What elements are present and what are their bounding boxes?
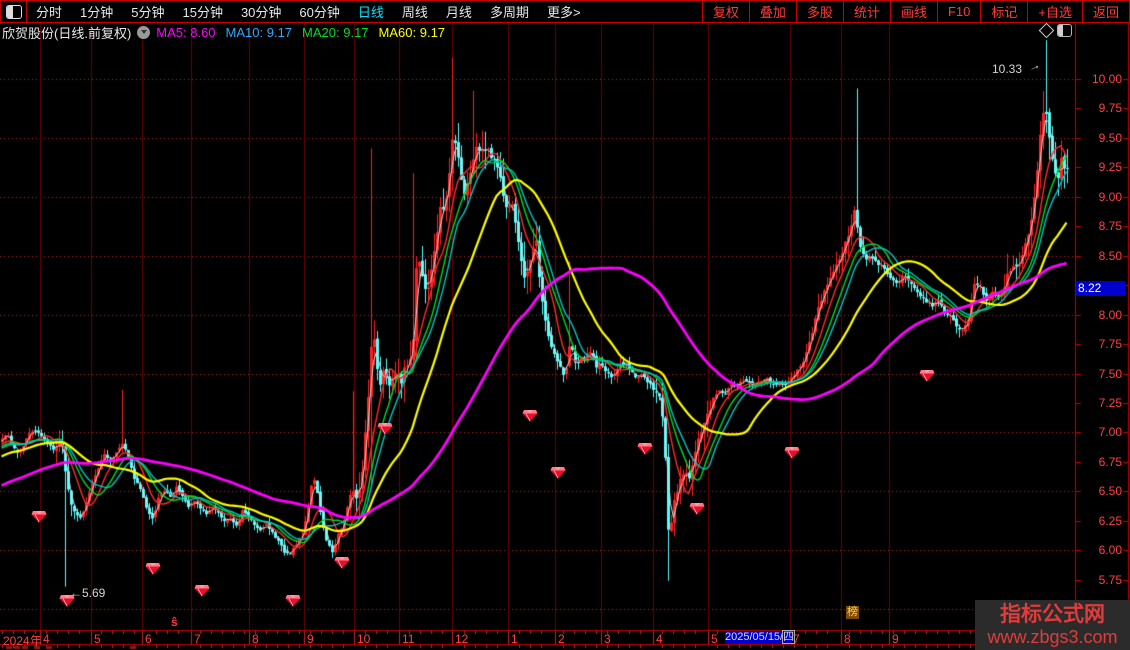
gem-diamond-icon <box>919 369 935 382</box>
price-tick-label: 10.00 <box>1078 72 1122 86</box>
tool-button-返回[interactable]: 返回 <box>1083 2 1129 21</box>
signal-s-marker: ŝ <box>171 615 178 629</box>
month-label: 7 <box>793 632 800 646</box>
current-price-badge: 8.22 <box>1076 281 1125 296</box>
price-tick-label: 8.00 <box>1078 308 1122 322</box>
month-label: 5 <box>711 632 718 646</box>
month-label: 3 <box>604 632 611 646</box>
price-tick-label: 7.00 <box>1078 425 1122 439</box>
gem-diamond-icon <box>377 422 393 435</box>
period-tab-分时[interactable]: 分时 <box>27 2 71 21</box>
low-price-label: ←5.69 <box>70 586 105 600</box>
tool-menu: 复权叠加多股统计画线F10标记+自选返回 <box>702 1 1129 22</box>
gem-diamond-icon <box>145 562 161 575</box>
price-tick-label: 7.50 <box>1078 367 1122 381</box>
month-label: 5 <box>94 632 101 646</box>
period-menu-items: 分时1分钟5分钟15分钟30分钟60分钟日线周线月线多周期更多> <box>27 2 590 21</box>
price-tick-label: 9.25 <box>1078 160 1122 174</box>
month-label: 12 <box>455 632 468 646</box>
period-tab-周线[interactable]: 周线 <box>393 2 437 21</box>
marker-diamond-icon[interactable] <box>1041 25 1052 36</box>
month-label: 4 <box>656 632 663 646</box>
gem-diamond-icon <box>334 556 350 569</box>
gem-diamond-icon <box>689 502 705 515</box>
tool-button-统计[interactable]: 统计 <box>844 2 890 21</box>
top-menu-bar: 分时1分钟5分钟15分钟30分钟60分钟日线周线月线多周期更多> 复权叠加多股统… <box>0 0 1130 23</box>
price-tick-label: 5.75 <box>1078 573 1122 587</box>
price-tick-label: 6.25 <box>1078 514 1122 528</box>
tdx-stock-app: { "top_bar": { "left_items": [ {"label":… <box>0 0 1130 650</box>
period-tab-日线[interactable]: 日线 <box>349 2 393 21</box>
period-tab-1分钟[interactable]: 1分钟 <box>71 2 122 21</box>
period-tab-多周期[interactable]: 多周期 <box>481 2 538 21</box>
selected-weekday: 四 <box>783 631 794 643</box>
period-tab-30分钟[interactable]: 30分钟 <box>232 2 290 21</box>
month-label: 8 <box>252 632 259 646</box>
price-tick-label: 6.50 <box>1078 484 1122 498</box>
price-tick-label: 8.75 <box>1078 219 1122 233</box>
ma-legend: MA5: 8.60 MA10: 9.17 MA20: 9.17 MA60: 9.17 <box>156 25 455 40</box>
month-label: 6 <box>145 632 152 646</box>
price-tick-label: 6.75 <box>1078 455 1122 469</box>
price-tick-label: 9.50 <box>1078 131 1122 145</box>
candlestick-chart[interactable] <box>0 0 1130 650</box>
period-tab-更多>[interactable]: 更多> <box>538 2 590 21</box>
gem-diamond-icon <box>285 594 301 607</box>
month-label: 7 <box>194 632 201 646</box>
gem-diamond-icon <box>31 510 47 523</box>
rank-badge: 榜 <box>846 606 859 619</box>
gem-diamond-icon <box>194 584 210 597</box>
ma-label: MA10: 9.17 <box>226 25 293 40</box>
gem-diamond-icon <box>59 594 75 607</box>
watermark-title: 指标公式网 <box>1000 603 1105 627</box>
gem-diamond-icon <box>637 442 653 455</box>
tool-button-叠加[interactable]: 叠加 <box>750 2 796 21</box>
month-label: 2 <box>558 632 565 646</box>
period-tab-60分钟[interactable]: 60分钟 <box>290 2 348 21</box>
price-tick-label: 8.50 <box>1078 249 1122 263</box>
month-label: 8 <box>844 632 851 646</box>
year-label: 2024年 <box>3 632 42 649</box>
high-price-label: 10.33 <box>992 62 1022 76</box>
price-tick-label: 6.00 <box>1078 543 1122 557</box>
ma-label: MA20: 9.17 <box>302 25 369 40</box>
tool-button-标记[interactable]: 标记 <box>981 2 1027 21</box>
tool-button-+自选[interactable]: +自选 <box>1028 2 1082 21</box>
tool-button-画线[interactable]: 画线 <box>891 2 937 21</box>
tool-button-F10[interactable]: F10 <box>938 4 980 19</box>
month-label: 1 <box>511 632 518 646</box>
period-menu: 分时1分钟5分钟15分钟30分钟60分钟日线周线月线多周期更多> <box>1 1 590 22</box>
split-panel-icon[interactable] <box>1057 24 1072 37</box>
selected-date: 2025/05/15/ <box>725 631 783 643</box>
ma-label: MA60: 9.17 <box>379 25 446 40</box>
gem-diamond-icon <box>522 409 538 422</box>
price-tick-label: 7.75 <box>1078 337 1122 351</box>
gem-diamond-icon <box>784 446 800 459</box>
price-tick-label: 9.75 <box>1078 101 1122 115</box>
ma-label: MA5: 8.60 <box>156 25 215 40</box>
price-tick-label: 9.00 <box>1078 190 1122 204</box>
gem-diamond-icon <box>550 466 566 479</box>
tool-button-多股[interactable]: 多股 <box>797 2 843 21</box>
month-label: 9 <box>307 632 314 646</box>
month-label: 9 <box>892 632 899 646</box>
layout-panel-icon[interactable] <box>6 5 22 19</box>
price-tick-label: 7.25 <box>1078 396 1122 410</box>
month-label: 4 <box>43 632 50 646</box>
chevron-down-icon[interactable] <box>137 26 150 39</box>
watermark-url: www.zbgs3.com <box>987 627 1117 648</box>
period-tab-5分钟[interactable]: 5分钟 <box>122 2 173 21</box>
period-tab-月线[interactable]: 月线 <box>437 2 481 21</box>
month-label: 10 <box>357 632 370 646</box>
low-price-value: 5.69 <box>82 586 105 600</box>
legend-row: 欣贺股份(日线.前复权) MA5: 8.60 MA10: 9.17 MA20: 9.… <box>2 24 455 40</box>
instrument-title: 欣贺股份(日线.前复权) <box>2 23 131 42</box>
period-tab-15分钟[interactable]: 15分钟 <box>173 2 231 21</box>
tool-button-复权[interactable]: 复权 <box>703 2 749 21</box>
watermark: 指标公式网 www.zbgs3.com <box>975 600 1130 650</box>
selected-date-badge: 2025/05/15/四 <box>725 631 792 644</box>
month-label: 11 <box>402 632 414 646</box>
